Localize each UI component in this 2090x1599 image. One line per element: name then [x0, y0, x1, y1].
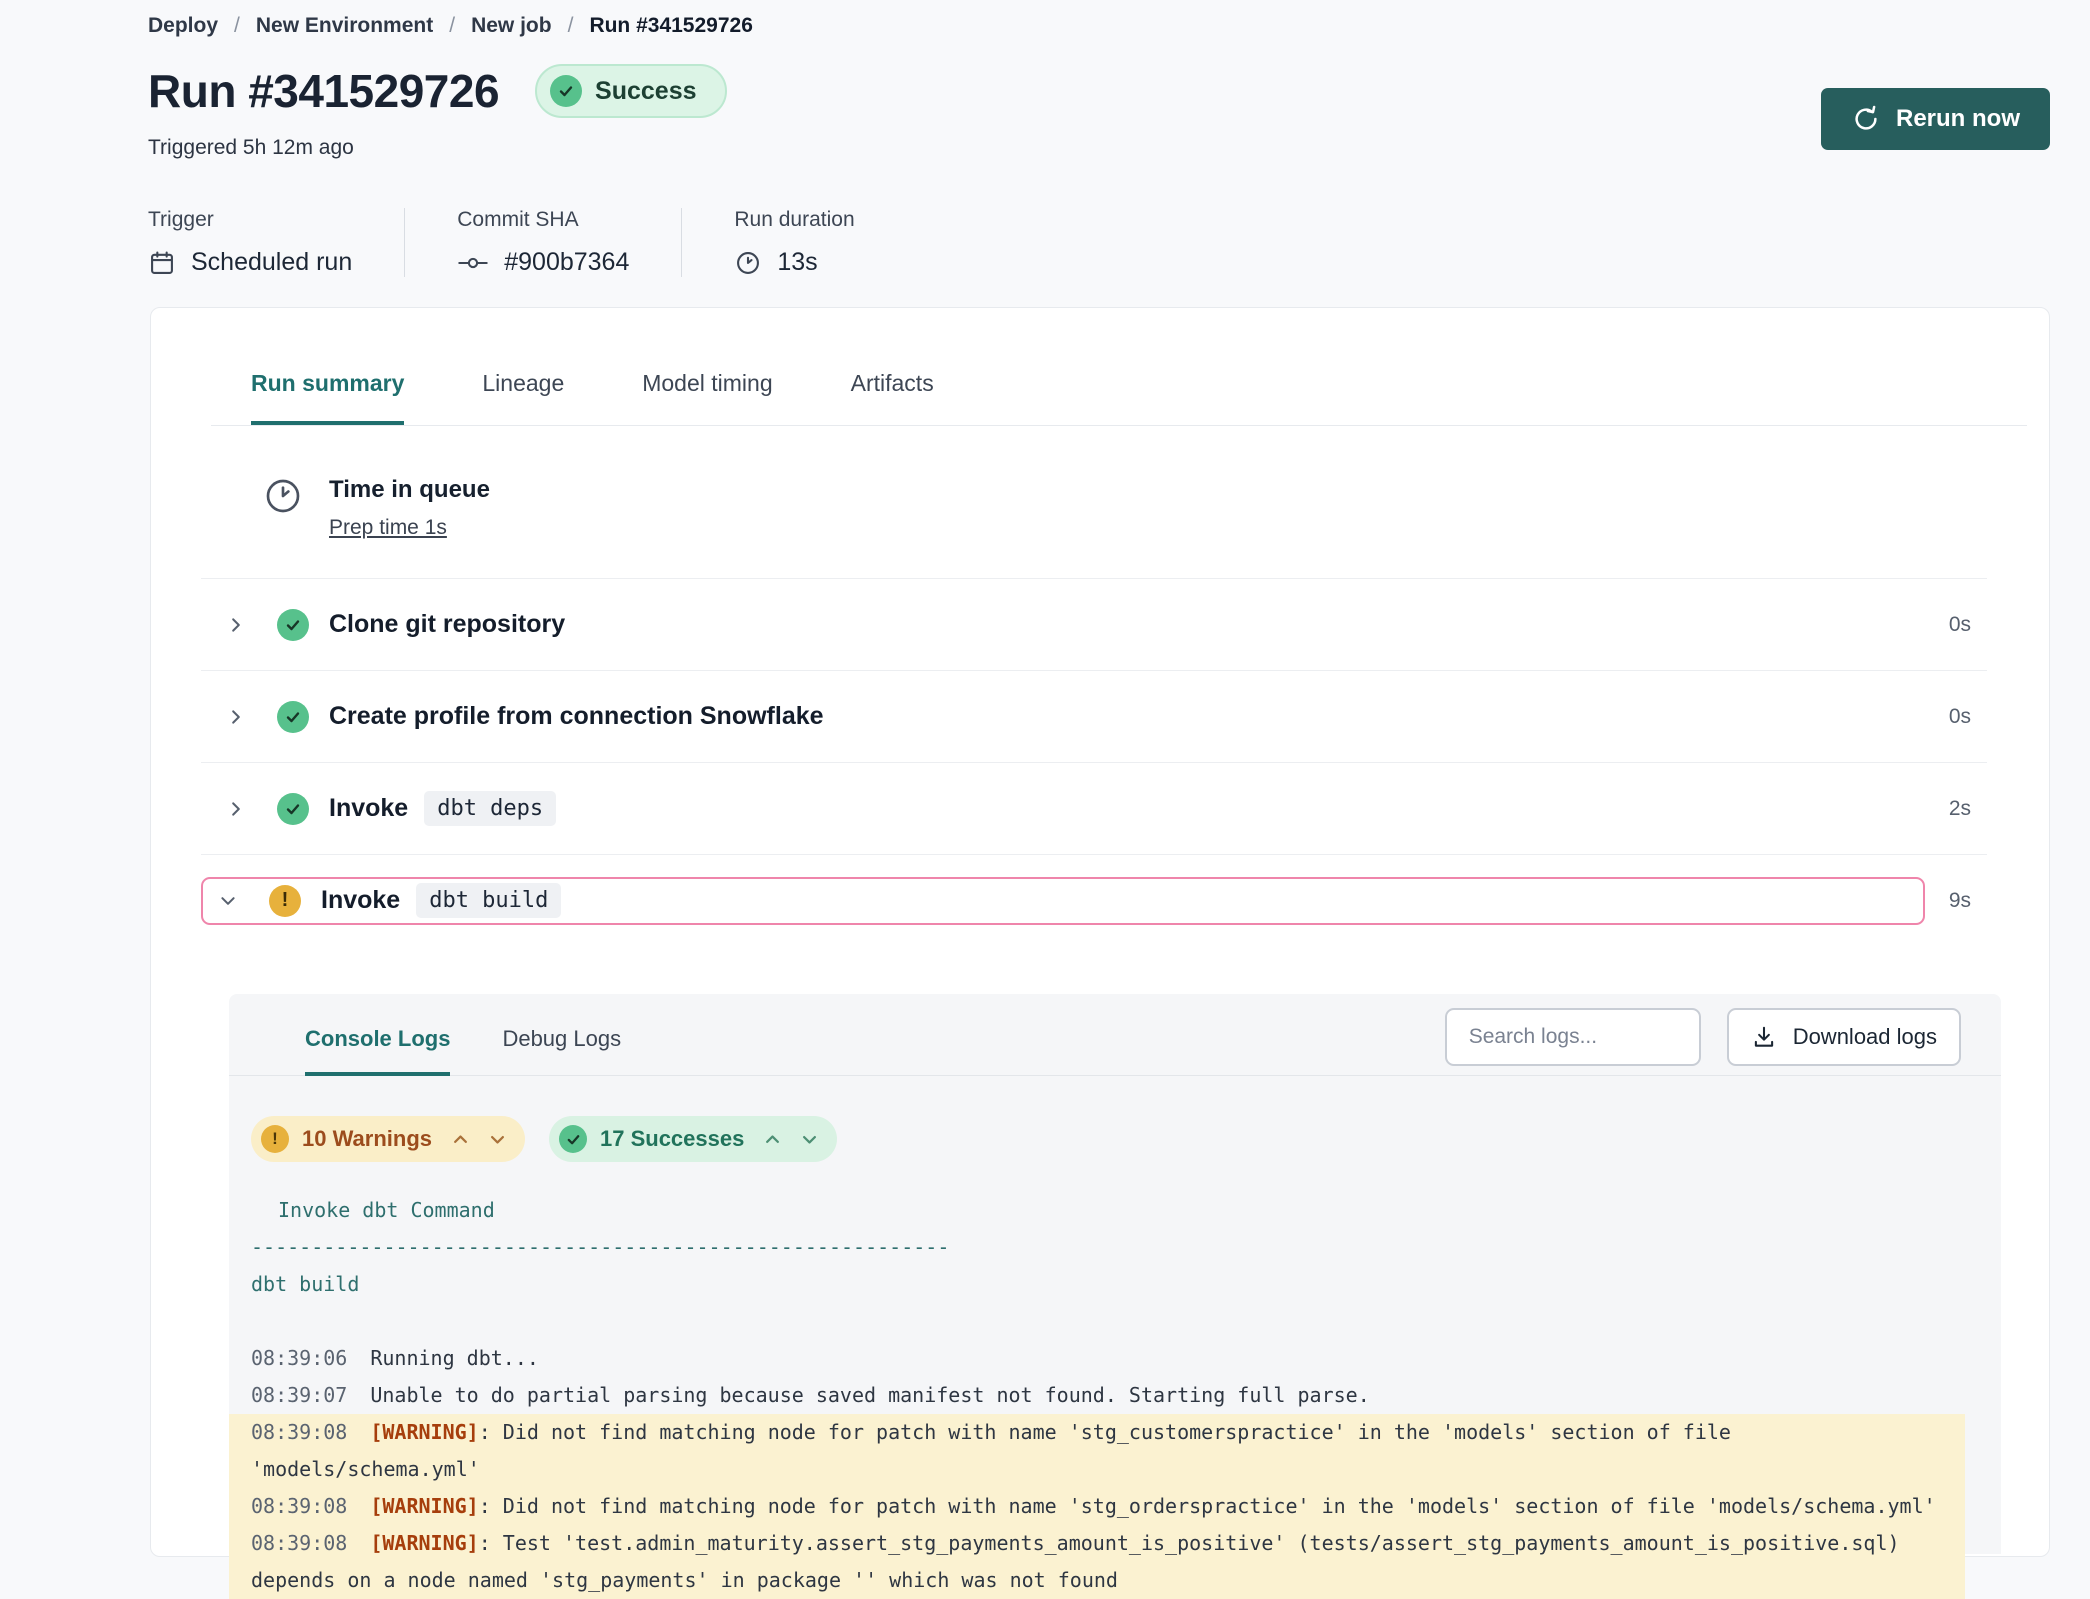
steps-list: Clone git repository 0s Create profile f…	[201, 578, 1987, 946]
success-icon	[559, 1125, 587, 1153]
step-duration: 9s	[1949, 889, 1971, 913]
breadcrumb-environment[interactable]: New Environment	[256, 14, 433, 38]
meta-commit: Commit SHA #900b7364	[457, 208, 682, 277]
tab-run-summary[interactable]: Run summary	[251, 370, 404, 425]
log-line-info: 08:39:07Unable to do partial parsing bec…	[229, 1377, 1965, 1414]
meta-commit-value: #900b7364	[504, 248, 629, 277]
selected-step-box[interactable]: ! Invoke dbt build	[201, 877, 1925, 925]
breadcrumb-deploy[interactable]: Deploy	[148, 14, 218, 38]
log-line-command-header: Invoke dbt Command	[229, 1192, 1965, 1229]
triggered-timestamp: Triggered 5h 12m ago	[148, 136, 2050, 160]
step-command-chip: dbt deps	[424, 791, 556, 826]
step-name: Invoke	[329, 794, 408, 823]
warnings-badge-label: 10 Warnings	[302, 1126, 432, 1152]
run-meta-row: Trigger Scheduled run Commit SHA #900b73…	[148, 208, 2050, 277]
run-summary-card: Run summary Lineage Model timing Artifac…	[150, 307, 2050, 1557]
prev-warning-chevron-icon[interactable]	[451, 1130, 470, 1149]
log-line-blank	[229, 1303, 1965, 1340]
breadcrumb-separator: /	[234, 14, 240, 38]
step-row-create-profile[interactable]: Create profile from connection Snowflake…	[201, 670, 1987, 762]
step-duration: 2s	[1949, 797, 1971, 821]
step-duration: 0s	[1949, 613, 1971, 637]
prep-time-link[interactable]: Prep time 1s	[329, 516, 447, 540]
step-success-icon	[277, 793, 309, 825]
meta-duration: Run duration 13s	[734, 208, 906, 277]
meta-commit-label: Commit SHA	[457, 208, 629, 232]
breadcrumb-separator: /	[568, 14, 574, 38]
success-check-icon	[550, 75, 582, 107]
log-filter-badges: ! 10 Warnings 17 Successes	[229, 1076, 2001, 1162]
breadcrumb-separator: /	[449, 14, 455, 38]
download-logs-button[interactable]: Download logs	[1727, 1008, 1961, 1066]
log-line-info: 08:39:06Running dbt...	[229, 1340, 1965, 1377]
chevron-right-icon[interactable]	[227, 616, 253, 634]
step-duration: 0s	[1949, 705, 1971, 729]
step-command-chip: dbt build	[416, 883, 561, 918]
log-line-warning: 08:39:08[WARNING]: Test 'test.admin_matu…	[229, 1525, 1965, 1599]
meta-duration-label: Run duration	[734, 208, 854, 232]
meta-trigger-label: Trigger	[148, 208, 352, 232]
next-warning-chevron-icon[interactable]	[488, 1130, 507, 1149]
download-logs-label: Download logs	[1793, 1024, 1937, 1050]
step-row-dbt-build[interactable]: ! Invoke dbt build 9s	[201, 854, 1987, 946]
commit-icon	[457, 249, 489, 277]
step-name: Create profile from connection Snowflake	[329, 702, 824, 731]
step-row-clone-git[interactable]: Clone git repository 0s	[201, 578, 1987, 670]
queue-clock-icon	[263, 476, 303, 516]
step-warning-icon: !	[269, 885, 301, 917]
tab-lineage[interactable]: Lineage	[482, 370, 564, 425]
calendar-icon	[148, 249, 176, 277]
search-logs-input[interactable]	[1445, 1008, 1701, 1066]
tab-model-timing[interactable]: Model timing	[642, 370, 772, 425]
step-name: Invoke	[321, 886, 400, 915]
step-success-icon	[277, 609, 309, 641]
step-success-icon	[277, 701, 309, 733]
log-line-warning: 08:39:08[WARNING]: Did not find matching…	[229, 1414, 1965, 1488]
breadcrumb: Deploy / New Environment / New job / Run…	[148, 14, 2050, 38]
successes-badge[interactable]: 17 Successes	[549, 1116, 837, 1162]
clock-icon	[734, 249, 762, 277]
rerun-now-label: Rerun now	[1896, 105, 2020, 133]
console-log-output: Invoke dbt Command ---------------------…	[229, 1162, 2001, 1599]
log-line-warning: 08:39:08[WARNING]: Did not find matching…	[229, 1488, 1965, 1525]
warnings-badge[interactable]: ! 10 Warnings	[251, 1116, 525, 1162]
time-in-queue-title: Time in queue	[329, 476, 490, 504]
meta-trigger: Trigger Scheduled run	[148, 208, 405, 277]
chevron-right-icon[interactable]	[227, 708, 253, 726]
status-badge: Success	[535, 64, 726, 118]
tab-artifacts[interactable]: Artifacts	[851, 370, 934, 425]
warning-icon: !	[261, 1125, 289, 1153]
next-success-chevron-icon[interactable]	[800, 1130, 819, 1149]
run-header: Deploy / New Environment / New job / Run…	[0, 0, 2090, 277]
tab-console-logs[interactable]: Console Logs	[305, 994, 450, 1076]
breadcrumb-run: Run #341529726	[589, 14, 752, 38]
breadcrumb-job[interactable]: New job	[471, 14, 552, 38]
chevron-down-icon[interactable]	[219, 892, 245, 910]
rerun-now-button[interactable]: Rerun now	[1821, 88, 2050, 150]
run-tabs: Run summary Lineage Model timing Artifac…	[211, 308, 2027, 426]
meta-trigger-value: Scheduled run	[191, 248, 352, 277]
meta-duration-value: 13s	[777, 248, 817, 277]
prev-success-chevron-icon[interactable]	[763, 1130, 782, 1149]
download-icon	[1751, 1024, 1777, 1050]
step-name: Clone git repository	[329, 610, 565, 639]
refresh-icon	[1851, 104, 1881, 134]
page-title: Run #341529726	[148, 64, 499, 118]
tab-debug-logs[interactable]: Debug Logs	[502, 994, 621, 1076]
log-line-command: dbt build	[229, 1266, 1965, 1303]
chevron-right-icon[interactable]	[227, 800, 253, 818]
logs-tabs: Console Logs Debug Logs Download logs	[229, 994, 2001, 1076]
time-in-queue-section: Time in queue Prep time 1s	[151, 426, 2049, 578]
log-line-rule: ----------------------------------------…	[229, 1229, 1965, 1266]
successes-badge-label: 17 Successes	[600, 1126, 744, 1152]
status-badge-label: Success	[595, 77, 696, 106]
logs-panel: Console Logs Debug Logs Download logs ! …	[229, 994, 2001, 1554]
step-row-dbt-deps[interactable]: Invoke dbt deps 2s	[201, 762, 1987, 854]
